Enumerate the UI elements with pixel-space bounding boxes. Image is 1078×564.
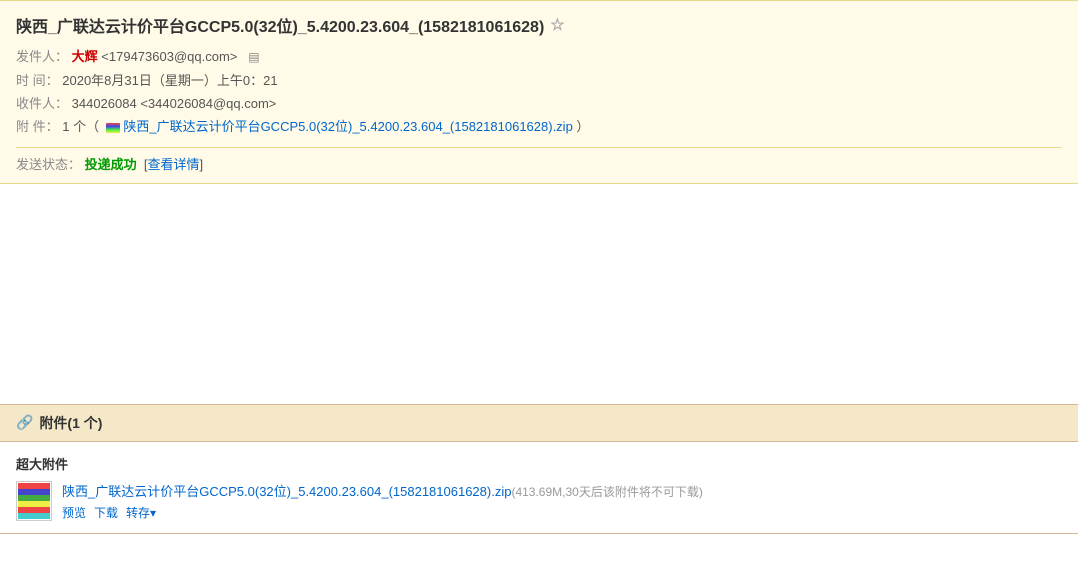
time-label: 时 间： [16, 73, 59, 88]
email-container: 陕西_广联达云计价平台GCCP5.0(32位)_5.4200.23.604_(1… [0, 0, 1078, 534]
attachment-close-paren: ） [576, 119, 589, 134]
preview-link[interactable]: 预览 [62, 504, 86, 521]
attachment-name-meta-row: 陕西_广联达云计价平台GCCP5.0(32位)_5.4200.23.604_(1… [62, 481, 703, 500]
save-dropdown[interactable]: 转存▾ [126, 504, 156, 521]
time-row: 时 间： 2020年8月31日（星期一）上午0：21 [16, 69, 1062, 92]
attachment-inline-label: 附 件： [16, 119, 59, 134]
attachment-inline-link[interactable]: 陕西_广联达云计价平台GCCP5.0(32位)_5.4200.23.604_(1… [123, 119, 572, 134]
sender-row: 发件人： 大辉 <179473603@qq.com> ▤ [16, 45, 1062, 69]
star-icon[interactable]: ☆ [550, 15, 564, 35]
attachment-section-title: 附件(1 个) [39, 413, 102, 433]
paperclip-icon: 🔗 [16, 414, 33, 431]
attachment-filename-link[interactable]: 陕西_广联达云计价平台GCCP5.0(32位)_5.4200.23.604_(1… [62, 484, 511, 499]
email-body [0, 184, 1078, 404]
attachment-info: 陕西_广联达云计价平台GCCP5.0(32位)_5.4200.23.604_(1… [62, 481, 703, 521]
sender-email: <179473603@qq.com> [101, 49, 237, 64]
attachment-actions: 预览 下载 转存▾ [62, 504, 703, 521]
download-link[interactable]: 下载 [94, 504, 118, 521]
save-label: 转存 [126, 506, 150, 520]
attachment-file-meta: (413.69M,30天后该附件将不可下载) [511, 485, 702, 499]
save-arrow: ▾ [150, 506, 156, 520]
recipient-value: 344026084 <344026084@qq.com> [72, 96, 277, 111]
status-label: 发送状态： [16, 157, 81, 172]
status-detail-link[interactable]: 查看详情 [148, 157, 200, 172]
email-subject-row: 陕西_广联达云计价平台GCCP5.0(32位)_5.4200.23.604_(1… [16, 13, 1062, 37]
sender-label: 发件人： [16, 49, 68, 64]
attachment-section: 🔗 附件(1 个) 超大附件 [0, 404, 1078, 534]
sender-card-icon[interactable]: ▤ [248, 50, 259, 64]
subject-text: 陕西_广联达云计价平台GCCP5.0(32位)_5.4200.23.604_(1… [16, 13, 544, 37]
recipient-label: 收件人： [16, 96, 68, 111]
sender-name: 大辉 [72, 49, 98, 64]
status-row: 发送状态： 投递成功 [查看详情] [16, 147, 1062, 173]
super-attachment-label: 超大附件 [16, 454, 1062, 473]
zip-file-icon [16, 481, 52, 521]
attachment-body: 超大附件 陕西_广联达云计价平台GCCP5.0(32位)_5.4 [0, 442, 1078, 533]
recipient-row: 收件人： 344026084 <344026084@qq.com> [16, 92, 1062, 115]
status-value: 投递成功 [85, 157, 137, 172]
attachment-inline-row: 附 件： 1 个（ 陕西_广联达云计价平台GCCP5.0(32位)_5.4200… [16, 115, 1062, 138]
email-header: 陕西_广联达云计价平台GCCP5.0(32位)_5.4200.23.604_(1… [0, 0, 1078, 184]
zip-color-icon [106, 123, 120, 133]
time-value: 2020年8月31日（星期一）上午0：21 [62, 73, 277, 88]
attachment-inline-count: 1 个（ [62, 119, 99, 134]
attachment-header: 🔗 附件(1 个) [0, 405, 1078, 442]
attachment-item: 陕西_广联达云计价平台GCCP5.0(32位)_5.4200.23.604_(1… [16, 481, 1062, 521]
